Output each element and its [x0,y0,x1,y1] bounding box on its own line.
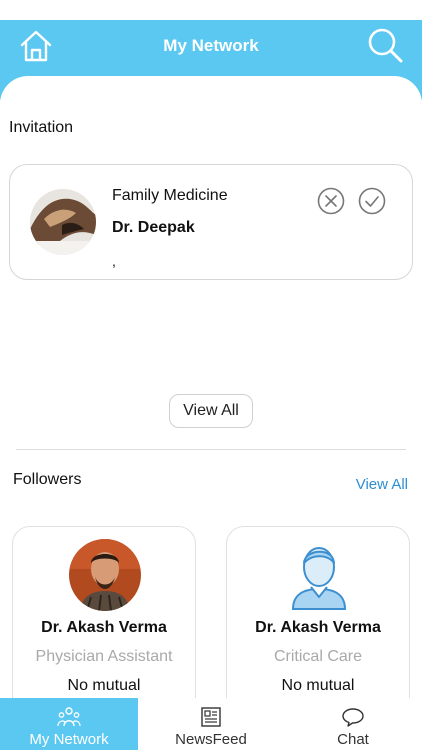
tab-my-network[interactable]: My Network [0,698,138,750]
tab-label: NewsFeed [175,731,247,748]
invitation-card[interactable]: Family Medicine Dr. Deepak , [9,164,413,280]
follower-card[interactable]: Dr. Akash Verma Critical Care No mutual [226,526,410,716]
follower-mutual: No mutual [281,677,355,694]
followers-section-title: Followers [13,471,82,488]
chat-bubble-icon [342,708,364,727]
invitation-name: Dr. Deepak [112,219,195,236]
check-circle-icon [358,187,386,215]
close-circle-icon [317,187,345,215]
avatar-placeholder-icon [283,539,355,611]
follower-name: Dr. Akash Verma [41,619,167,636]
avatar [69,539,141,611]
reject-invitation-button[interactable] [317,187,345,215]
follower-role: Physician Assistant [35,648,173,665]
follower-role: Critical Care [273,648,362,665]
bottom-tab-bar: My Network NewsFeed Chat [0,698,422,750]
search-button[interactable] [366,26,404,64]
avatar [30,189,96,255]
network-icon [57,707,81,727]
tab-newsfeed[interactable]: NewsFeed [140,698,282,750]
invitations-view-all-button[interactable]: View All [169,394,253,428]
follower-mutual: No mutual [67,677,141,694]
my-network-screen: My Network Invitation Family Medicine Dr… [0,0,422,750]
accept-invitation-button[interactable] [358,187,386,215]
tab-chat[interactable]: Chat [284,698,422,750]
invitation-extra: , [112,253,116,269]
newspaper-icon [201,707,221,727]
section-divider [16,449,406,450]
invitation-specialty: Family Medicine [112,187,228,204]
follower-card[interactable]: Dr. Akash Verma Physician Assistant No m… [12,526,196,716]
page-title: My Network [163,36,259,55]
search-icon [368,28,403,63]
tab-label: My Network [29,731,109,748]
followers-view-all-link[interactable]: View All [356,476,408,493]
invitation-section-title: Invitation [9,119,74,136]
tab-label: Chat [337,731,369,748]
follower-name: Dr. Akash Verma [255,619,381,636]
